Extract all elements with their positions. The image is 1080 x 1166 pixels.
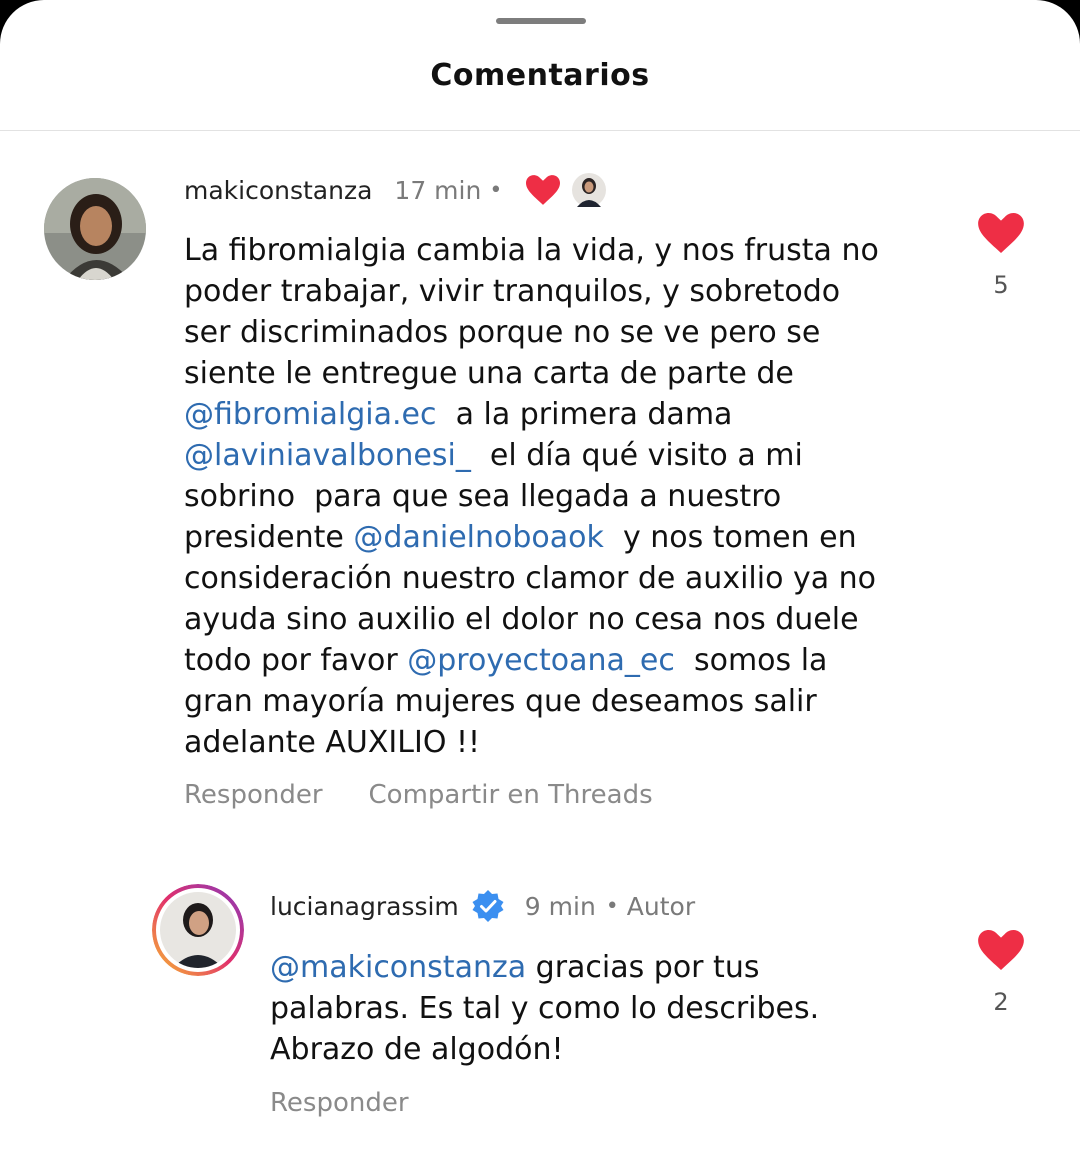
timestamp: 9 min — [524, 891, 596, 921]
like-count: 5 — [993, 271, 1009, 299]
meta-separator: • — [489, 177, 503, 203]
heart-icon[interactable] — [966, 213, 1036, 257]
avatar[interactable] — [44, 178, 146, 280]
username[interactable]: makiconstanza — [184, 176, 372, 205]
mention-link[interactable]: @danielnoboaok — [353, 520, 603, 555]
comment-meta: makiconstanza 17 min • — [184, 170, 607, 210]
comment-text: @makiconstanza gracias por tus palabras.… — [270, 947, 819, 1070]
creator-avatar-icon — [572, 173, 607, 207]
reply-button[interactable]: Responder — [270, 1088, 409, 1118]
drag-handle[interactable] — [496, 18, 586, 24]
meta-separator: • — [605, 893, 619, 919]
like-column: 2 — [966, 930, 1036, 1016]
mention-link[interactable]: @proyectoana_ec — [407, 643, 675, 678]
heart-icon — [526, 175, 561, 205]
share-threads-button[interactable]: Compartir en Threads — [369, 780, 653, 810]
reply-button[interactable]: Responder — [184, 780, 323, 810]
comment-actions: Responder — [270, 1088, 409, 1118]
like-column: 5 — [966, 213, 1036, 299]
heart-icon[interactable] — [966, 930, 1036, 974]
comments-sheet: Comentarios makiconstanza 17 min • La fi… — [0, 0, 1080, 1166]
author-label: Autor — [626, 891, 696, 921]
timestamp: 17 min — [394, 175, 482, 205]
sheet-title: Comentarios — [430, 58, 650, 93]
mention-link[interactable]: @fibromialgia.ec — [184, 397, 437, 432]
comment-meta: lucianagrassim 9 min • Autor — [270, 886, 695, 926]
comment-actions: Responder Compartir en Threads — [184, 780, 653, 810]
verified-badge-icon — [471, 889, 505, 923]
username[interactable]: lucianagrassim — [270, 892, 459, 921]
comment-text-segment: La fibromialgia cambia la vida, y nos fr… — [184, 233, 879, 391]
header-divider — [0, 130, 1080, 131]
comment-text-segment: a la primera dama — [455, 397, 733, 432]
mention-link[interactable]: @makiconstanza — [270, 950, 526, 985]
avatar[interactable] — [152, 884, 244, 976]
comment-text: La fibromialgia cambia la vida, y nos fr… — [184, 230, 879, 763]
mention-link[interactable]: @laviniavalbonesi_ — [184, 438, 471, 473]
like-count: 2 — [993, 988, 1009, 1016]
